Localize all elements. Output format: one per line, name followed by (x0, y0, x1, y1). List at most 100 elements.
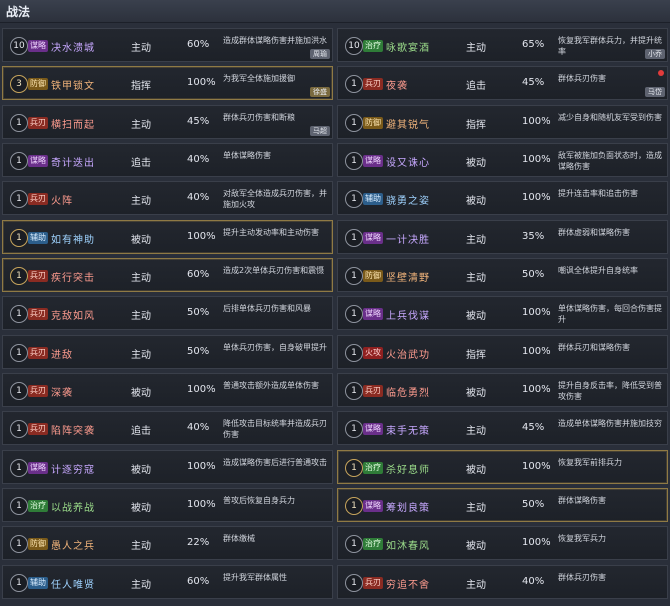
type-tag: 谋略 (28, 155, 48, 168)
tactic-name: 杀好息师 (386, 464, 430, 476)
type-tag: 防御 (28, 78, 48, 91)
tactic-row[interactable]: 1 兵刃 横扫而起 主动 45% 群体兵刃伤害和断粮 马超 (2, 104, 333, 139)
tactic-row[interactable]: 1 谋略 奇计迭出 追击 40% 单体谋略伤害 (2, 143, 333, 178)
tactic-kind: 被动 (466, 311, 486, 323)
level-badge: 1 (10, 382, 28, 401)
tactic-row[interactable]: 1 辅助 如有神助 被动 100% 提升主动发动率和主动伤害 (2, 219, 333, 254)
tactic-description: 为我军全体施加援御 (223, 74, 295, 84)
tactic-rate: 100% (522, 154, 551, 166)
tactic-rate: 100% (187, 460, 216, 472)
level-badge: 1 (345, 190, 363, 209)
tactic-description: 普攻后恢复自身兵力 (223, 496, 295, 506)
tactic-row[interactable]: 1 兵刃 克敌如风 主动 50% 后排单体兵刃伤害和风暴 (2, 296, 333, 331)
page-header: 战法 (0, 0, 670, 23)
tactic-rate: 60% (187, 39, 210, 50)
tactic-kind: 被动 (131, 234, 151, 246)
tactic-row[interactable]: 1 谋略 计逐穷寇 被动 100% 造成谋略伤害后进行普通攻击 (2, 449, 333, 484)
tactic-row[interactable]: 1 谋略 上兵伐谋 被动 100% 单体谋略伤害，每回合伤害提升 (337, 296, 668, 331)
tactic-name: 火治武功 (386, 349, 430, 361)
type-tag: 治疗 (363, 538, 383, 551)
tactic-row[interactable]: 1 火攻 火治武功 指挥 100% 群体兵刃和谋略伤害 (337, 334, 668, 369)
tactic-row[interactable]: 1 治疗 以战养战 被动 100% 普攻后恢复自身兵力 (2, 488, 333, 523)
tactic-row[interactable]: 1 兵刃 深袭 被动 100% 普通攻击额外造成单体伤害 (2, 373, 333, 408)
tactic-description: 对敌军全体造成兵刃伤害，并施加火攻 (223, 189, 327, 210)
tactic-kind: 被动 (466, 388, 486, 400)
tactic-description: 造成2次单体兵刃伤害和震慑 (223, 266, 325, 276)
level-badge: 1 (345, 228, 363, 247)
tactic-row[interactable]: 10 谋略 决水溃城 主动 60% 造成群体谋略伤害并施加洪水 周瑜 (2, 28, 333, 62)
tactic-description: 造成单体谋略伤害并施加技穷 (558, 419, 662, 429)
tactic-name: 上兵伐谋 (386, 311, 430, 323)
level-badge: 1 (10, 305, 28, 324)
tactic-row[interactable]: 1 兵刃 陷阵突袭 追击 40% 降低攻击目标统率并造成兵刃伤害 (2, 411, 333, 446)
tactic-name: 深袭 (51, 388, 73, 400)
tactic-kind: 被动 (131, 503, 151, 515)
tactic-row[interactable]: 10 治疗 咏歌宴酒 主动 65% 恢复我军群体兵力，并提升统率 小乔 (337, 28, 668, 62)
tactic-row[interactable]: 1 谋略 束手无策 主动 45% 造成单体谋略伤害并施加技穷 (337, 411, 668, 446)
tactic-row[interactable]: 1 谋略 设又诛心 被动 100% 敌军被施加负面状态时，造成谋略伤害 (337, 143, 668, 178)
tactic-row[interactable]: 1 治疗 杀好息师 被动 100% 恢复我军前排兵力 (337, 449, 668, 484)
page-title: 战法 (6, 5, 31, 19)
type-tag: 谋略 (28, 40, 48, 52)
tactic-name: 进敌 (51, 349, 73, 361)
level-badge: 1 (10, 343, 28, 362)
type-tag: 兵刃 (28, 116, 48, 129)
tactic-kind: 主动 (466, 503, 486, 515)
tactic-rate: 100% (522, 192, 551, 204)
tactic-name: 疾行突击 (51, 273, 95, 285)
tactic-row[interactable]: 1 谋略 一计决胜 主动 35% 群体虚弱和谋略伤害 (337, 219, 668, 254)
tactic-name: 骁勇之姿 (386, 196, 430, 208)
tactic-row[interactable]: 1 兵刃 进敌 主动 50% 单体兵刃伤害，自身破甲提升 (2, 334, 333, 369)
tactic-row[interactable]: 1 兵刃 火阵 主动 40% 对敌军全体造成兵刃伤害，并施加火攻 (2, 181, 333, 216)
tactic-name: 横扫而起 (51, 119, 95, 131)
tactic-description: 普通攻击额外造成单体伤害 (223, 381, 319, 391)
tactic-kind: 主动 (466, 579, 486, 591)
level-badge: 1 (345, 497, 363, 516)
tactic-name: 计逐穷寇 (51, 464, 95, 476)
tactic-rate: 100% (187, 384, 216, 396)
level-badge: 1 (345, 75, 363, 94)
tactic-kind: 主动 (131, 119, 151, 131)
tactic-row[interactable]: 1 兵刃 夜袭 追击 45% 群体兵刃伤害 马岱 (337, 66, 668, 101)
tactic-name: 穷追不舍 (386, 579, 430, 591)
type-tag: 兵刃 (28, 346, 48, 359)
tactic-description: 提升我军群体属性 (223, 572, 287, 582)
tactic-row[interactable]: 1 谋略 筹划良策 主动 50% 群体谋略伤害 (337, 488, 668, 523)
tactic-rate: 50% (187, 345, 210, 357)
tactic-name: 铁甲锁文 (51, 81, 95, 93)
tactic-rate: 35% (522, 230, 545, 242)
tactic-name: 任人唯贤 (51, 579, 95, 591)
tactic-row[interactable]: 1 兵刃 临危勇烈 被动 100% 提升自身反击率，降低受到普攻伤害 (337, 373, 668, 408)
tactic-kind: 指挥 (466, 119, 486, 131)
type-tag: 谋略 (363, 423, 383, 436)
type-tag: 兵刃 (28, 193, 48, 206)
type-tag: 辅助 (363, 193, 383, 206)
tactic-rate: 100% (187, 77, 216, 89)
tactic-name: 束手无策 (386, 426, 430, 438)
tactic-name: 一计决胜 (386, 234, 430, 246)
tactic-row[interactable]: 1 防御 坚壁清野 主动 50% 嘲讽全体提升自身统率 (337, 258, 668, 293)
type-tag: 兵刃 (28, 423, 48, 436)
tactic-name: 临危勇烈 (386, 388, 430, 400)
tactic-row[interactable]: 1 辅助 骁勇之姿 被动 100% 提升连击率和追击伤害 (337, 181, 668, 216)
tactic-row[interactable]: 1 防御 愚人之兵 主动 22% 群体缴械 (2, 526, 333, 561)
tactic-rate: 50% (522, 269, 545, 281)
tactic-kind: 主动 (131, 273, 151, 285)
tactic-kind: 主动 (131, 311, 151, 323)
tactic-row[interactable]: 1 兵刃 疾行突击 主动 60% 造成2次单体兵刃伤害和震慑 (2, 258, 333, 293)
tactic-kind: 主动 (131, 541, 151, 553)
tactic-row[interactable]: 1 防御 避其锐气 指挥 100% 减少自身和随机友军受到伤害 (337, 104, 668, 139)
tactic-description: 嘲讽全体提升自身统率 (558, 266, 638, 276)
owner-tag: 马超 (310, 125, 330, 136)
tactic-row[interactable]: 1 辅助 任人唯贤 主动 60% 提升我军群体属性 (2, 564, 333, 599)
level-badge: 1 (10, 228, 28, 247)
level-badge: 1 (345, 420, 363, 439)
type-tag: 辅助 (28, 231, 48, 244)
type-tag: 兵刃 (363, 78, 383, 91)
tactic-rate: 50% (187, 307, 210, 319)
tactic-row[interactable]: 1 治疗 如沐春风 被动 100% 恢复我军兵力 (337, 526, 668, 561)
tactic-rate: 100% (522, 345, 551, 357)
tactic-row[interactable]: 1 兵刃 穷追不舍 主动 40% 群体兵刃伤害 (337, 564, 668, 599)
tactic-row[interactable]: 3 防御 铁甲锁文 指挥 100% 为我军全体施加援御 徐盛 (2, 66, 333, 101)
tactic-rate: 22% (187, 537, 210, 549)
